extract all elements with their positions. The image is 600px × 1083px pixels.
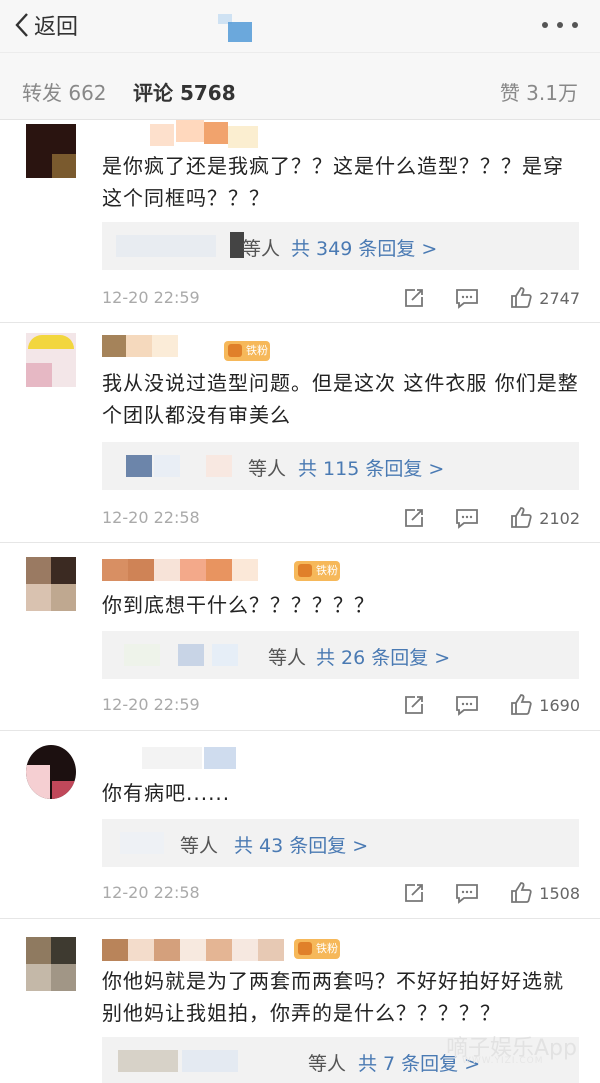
like-count: 1508 <box>539 883 580 903</box>
avatar[interactable] <box>26 745 76 799</box>
like-icon <box>511 882 532 903</box>
like-button[interactable]: 2102 <box>509 506 580 530</box>
avatar[interactable] <box>26 937 76 991</box>
tab-bar: 转发 662 评论 5768 赞 3.1万 <box>0 52 600 120</box>
comment-item: 你有病吧...... 等人 共 43 条回复 > 12-20 22:58 150… <box>0 731 600 919</box>
avatar[interactable] <box>26 124 76 178</box>
reply-who: 等人 <box>308 1053 347 1075</box>
comment-text: 是你疯了还是我疯了？？这是什么造型？？？是穿这个同框吗？？？ <box>102 154 564 210</box>
reply-count-link[interactable]: 共 349 条回复 > <box>291 234 437 261</box>
comment-icon[interactable] <box>455 507 479 529</box>
comment-item: 是你疯了还是我疯了？？这是什么造型？？？是穿这个同框吗？？？ 等人 共 349 … <box>0 120 600 323</box>
comment-text: 你有病吧...... <box>102 781 231 805</box>
comment-actions: 1690 <box>403 692 580 718</box>
avatar[interactable] <box>26 333 76 387</box>
reply-who: 等人 <box>180 835 219 857</box>
title-blur-block <box>228 22 252 42</box>
tab-likes[interactable]: 赞 3.1万 <box>500 77 578 106</box>
like-count: 2102 <box>539 508 580 528</box>
comment-text: 我从没说过造型问题。但是这次 这件衣服 你们是整个团队都没有审美么 <box>102 371 579 427</box>
comment-time: 12-20 22:59 <box>102 695 200 714</box>
like-button[interactable]: 1690 <box>509 693 580 717</box>
comment-text: 你他妈就是为了两套而两套吗？不好好拍好好选就别他妈让我姐拍，你弄的是什么？？？？… <box>102 969 564 1025</box>
comment-item: 铁粉 你到底想干什么？？？？？？ 等人 共 26 条回复 > 12-20 22:… <box>0 543 600 731</box>
avatar[interactable] <box>26 557 76 611</box>
reply-summary[interactable]: 等人 共 26 条回复 > <box>102 631 579 679</box>
comment-actions: 2747 <box>403 285 580 311</box>
watermark-logo: 嘀子娱乐App WWW.YIZI.COM <box>446 1030 577 1066</box>
comment-time: 12-20 22:59 <box>102 288 200 307</box>
reply-summary[interactable]: 等人 共 115 条回复 > <box>102 442 579 490</box>
like-button[interactable]: 2747 <box>509 286 580 310</box>
reply-summary[interactable]: 等人 共 349 条回复 > <box>102 222 579 270</box>
comment-actions: 2102 <box>403 505 580 531</box>
reply-count-link[interactable]: 共 115 条回复 > <box>298 454 444 481</box>
reply-names-blur <box>120 832 164 854</box>
fan-badge: 铁粉 <box>224 341 270 361</box>
reply-who: 等人 <box>248 458 287 480</box>
more-dots-icon[interactable] <box>542 15 578 35</box>
comment-text: 你到底想干什么？？？？？？ <box>102 593 375 617</box>
like-icon <box>511 507 532 528</box>
comment-time: 12-20 22:58 <box>102 883 200 902</box>
like-icon <box>511 694 532 715</box>
reply-names-blur <box>126 455 152 477</box>
back-button[interactable]: 返回 <box>14 8 78 42</box>
reply-count-link[interactable]: 共 43 条回复 > <box>234 831 368 858</box>
like-button[interactable]: 1508 <box>509 881 580 905</box>
nav-bar: 返回 <box>0 0 600 52</box>
reply-names-blur <box>182 1050 238 1072</box>
share-icon[interactable] <box>403 287 425 309</box>
back-label: 返回 <box>34 15 79 40</box>
like-count: 2747 <box>539 288 580 308</box>
comment-icon[interactable] <box>455 694 479 716</box>
tab-repost[interactable]: 转发 662 <box>22 77 107 106</box>
reply-names-blur <box>154 455 180 477</box>
chevron-left-icon <box>15 13 28 37</box>
reply-who: 等人 <box>242 238 281 260</box>
reply-who: 等人 <box>268 647 307 669</box>
reply-count-link[interactable]: 共 26 条回复 > <box>316 643 450 670</box>
share-icon[interactable] <box>403 507 425 529</box>
reply-names-blur <box>212 644 238 666</box>
reply-names-blur <box>116 235 216 257</box>
comment-time: 12-20 22:58 <box>102 508 200 527</box>
comment-actions: 1508 <box>403 880 580 906</box>
comment-icon[interactable] <box>455 287 479 309</box>
reply-names-blur <box>206 455 232 477</box>
fan-badge: 铁粉 <box>294 939 340 959</box>
tab-comments[interactable]: 评论 5768 <box>133 77 236 106</box>
fan-badge: 铁粉 <box>294 561 340 581</box>
reply-names-blur <box>124 644 160 666</box>
watermark-subtext: WWW.YIZI.COM <box>462 1056 544 1066</box>
share-icon[interactable] <box>403 694 425 716</box>
like-icon <box>511 287 532 308</box>
reply-summary[interactable]: 等人 共 43 条回复 > <box>102 819 579 867</box>
share-icon[interactable] <box>403 882 425 904</box>
like-count: 1690 <box>539 695 580 715</box>
reply-names-blur <box>118 1050 178 1072</box>
comment-item: 铁粉 我从没说过造型问题。但是这次 这件衣服 你们是整个团队都没有审美么 等人 … <box>0 323 600 543</box>
reply-names-blur <box>178 644 204 666</box>
comment-icon[interactable] <box>455 882 479 904</box>
